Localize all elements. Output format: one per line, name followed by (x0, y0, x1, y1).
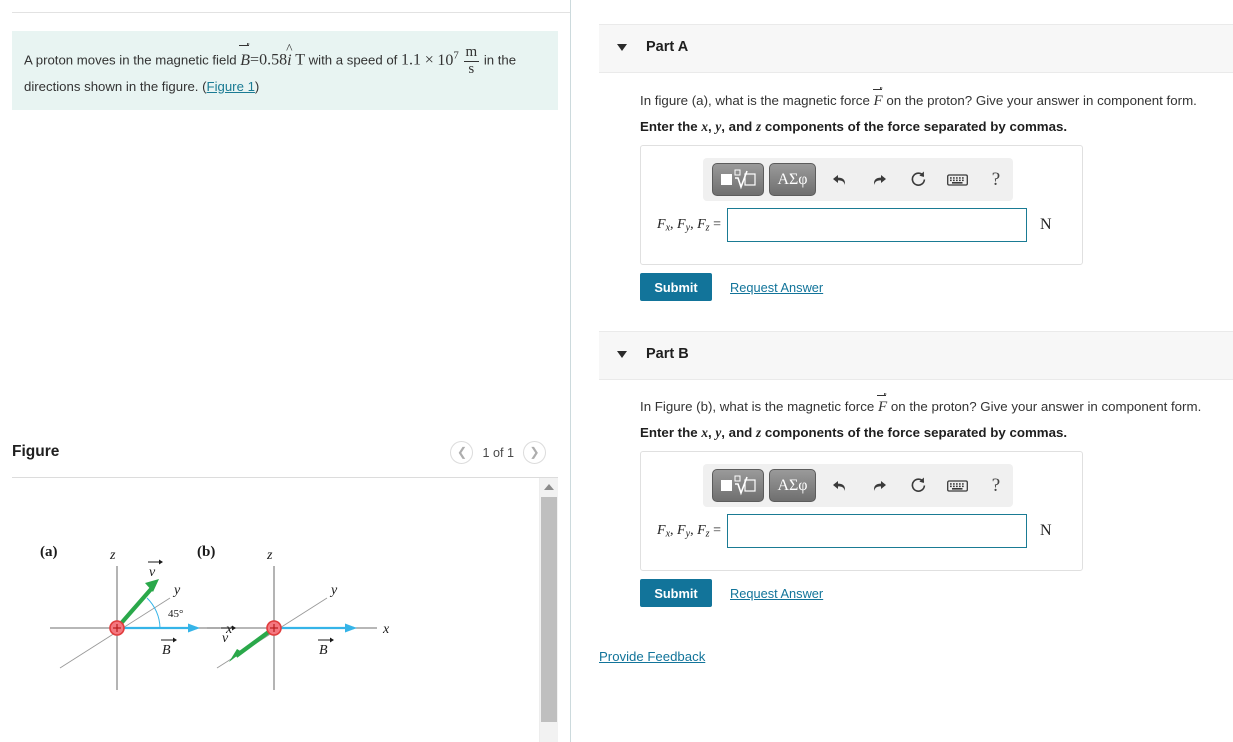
part-b-answer-label: Fx, Fy, Fz = (657, 522, 721, 540)
part-a-request-answer-link[interactable]: Request Answer (730, 280, 823, 295)
problem-and-figure-pane: A proton moves in the magnetic field B=0… (0, 0, 570, 742)
reset-circular-arrow-icon[interactable] (903, 471, 933, 501)
part-b-label: Part B (646, 346, 689, 362)
speed-power: 107 (437, 49, 459, 69)
scroll-up-arrow-icon[interactable] (540, 478, 558, 495)
redo-arrow-icon[interactable] (864, 471, 894, 501)
speed-mantissa: 1.1 (401, 51, 422, 69)
svg-text:z: z (266, 548, 273, 563)
caret-down-icon[interactable] (617, 44, 627, 51)
figure-scrollbar[interactable] (539, 478, 558, 742)
keyboard-icon[interactable] (942, 165, 972, 195)
part-b-question: In Figure (b), what is the magnetic forc… (640, 393, 1201, 416)
part-b-unit-label: N (1040, 522, 1052, 539)
part-a-question: In figure (a), what is the magnetic forc… (640, 87, 1197, 110)
greek-symbols-button[interactable]: ΑΣφ (769, 163, 816, 196)
figure-page-indicator: 1 of 1 (482, 445, 514, 460)
i-hat-unit-vector: ^ i (286, 40, 293, 69)
svg-text:x: x (382, 622, 390, 637)
v-vector-label-a: v (148, 559, 163, 580)
problem-statement-box: A proton moves in the magnetic field B=0… (12, 31, 558, 110)
figure-pager: ❮ 1 of 1 ❯ (450, 441, 546, 464)
keyboard-icon[interactable] (942, 471, 972, 501)
problem-statement-text: A proton moves in the magnetic field B=0… (24, 40, 546, 96)
speed-unit-fraction: ms (463, 44, 480, 77)
figure-panel-a: (a) z x y v B 45° (40, 544, 233, 690)
part-b-instruction: Enter the x, y, and z components of the … (640, 425, 1068, 440)
part-a-unit-label: N (1040, 216, 1052, 233)
part-b-header[interactable]: Part B (599, 331, 1233, 380)
svg-text:y: y (172, 583, 181, 598)
figure-viewport: (a) z x y v B 45° (b) z x y v B (12, 478, 539, 742)
problem-line2-before: directions shown in the figure. ( (24, 78, 207, 94)
svg-text:y: y (329, 583, 338, 598)
figure-prev-button[interactable]: ❮ (450, 441, 474, 464)
part-a-math-toolbar: ΑΣφ ? (703, 158, 1013, 201)
undo-arrow-icon[interactable] (825, 471, 855, 501)
force-vector-symbol-b: F (876, 393, 888, 416)
part-b-answer-row: Fx, Fy, Fz = N (641, 514, 1082, 548)
svg-text:v: v (222, 631, 229, 646)
figure-1-link[interactable]: Figure 1 (207, 79, 255, 94)
svg-text:B: B (319, 643, 328, 658)
caret-down-icon[interactable] (617, 351, 627, 358)
top-divider (12, 12, 570, 13)
figure-image: (a) z x y v B 45° (b) z x y v B (12, 478, 539, 742)
part-a-answer-input[interactable] (727, 208, 1027, 242)
template-tool-button[interactable] (712, 469, 764, 502)
part-a-answer-box: ΑΣφ ? Fx, Fy, Fz = N (640, 145, 1083, 265)
problem-line2-after: ) (254, 78, 260, 94)
tesla-unit: T (295, 51, 305, 69)
svg-text:v: v (149, 565, 156, 580)
B-vector-label-b: B (318, 637, 334, 658)
question-mark-help-icon[interactable]: ? (981, 165, 1011, 195)
template-tool-button[interactable] (712, 163, 764, 196)
svg-text:z: z (109, 548, 116, 563)
redo-arrow-icon[interactable] (864, 165, 894, 195)
field-magnitude: 0.58 (259, 51, 288, 69)
part-b-submit-button[interactable]: Submit (640, 579, 712, 607)
magnetic-field-symbol: B (239, 43, 250, 72)
part-a-answer-label: Fx, Fy, Fz = (657, 216, 721, 234)
part-b-answer-input[interactable] (727, 514, 1027, 548)
force-vector-symbol-a: F (872, 87, 883, 110)
B-vector-label-a: B (161, 637, 177, 658)
exercise-page: A proton moves in the magnetic field B=0… (0, 0, 1233, 742)
times-sign: × (424, 51, 434, 69)
problem-text-mid: with a speed of (304, 52, 402, 68)
svg-text:B: B (162, 643, 171, 658)
part-a-label: Part A (646, 39, 689, 55)
figure-next-button[interactable]: ❯ (523, 441, 546, 464)
answer-pane: Part A In figure (a), what is the magnet… (571, 0, 1233, 742)
undo-arrow-icon[interactable] (825, 165, 855, 195)
part-b-answer-box: ΑΣφ ? Fx, Fy, Fz = N (640, 451, 1083, 571)
figure-header: Figure ❮ 1 of 1 ❯ (12, 438, 558, 474)
problem-text-after: in the (480, 52, 517, 68)
figure-title: Figure (12, 443, 60, 460)
svg-text:45°: 45° (168, 608, 183, 620)
question-mark-help-icon[interactable]: ? (981, 471, 1011, 501)
figure-scrollbar-thumb[interactable] (541, 497, 557, 722)
part-a-submit-button[interactable]: Submit (640, 273, 712, 301)
svg-text:(b): (b) (197, 544, 215, 560)
part-b-request-answer-link[interactable]: Request Answer (730, 586, 823, 601)
reset-circular-arrow-icon[interactable] (903, 165, 933, 195)
part-a-instruction: Enter the x, y, and z components of the … (640, 119, 1068, 134)
problem-text-before: A proton moves in the magnetic field (24, 52, 241, 68)
part-b-math-toolbar: ΑΣφ ? (703, 464, 1013, 507)
figure-panel-b: (b) z x y v B (197, 544, 390, 690)
svg-text:(a): (a) (40, 544, 58, 560)
greek-symbols-button[interactable]: ΑΣφ (769, 469, 816, 502)
equals-sign: = (250, 51, 260, 69)
provide-feedback-link[interactable]: Provide Feedback (599, 649, 705, 664)
part-a-answer-row: Fx, Fy, Fz = N (641, 208, 1082, 242)
part-a-header[interactable]: Part A (599, 24, 1233, 73)
